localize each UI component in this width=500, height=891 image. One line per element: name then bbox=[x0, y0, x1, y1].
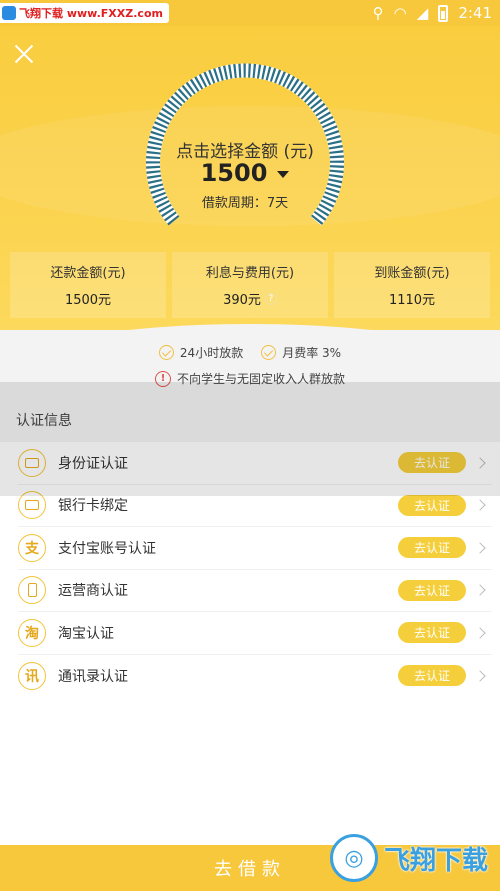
loan-notes: 24小时放款 月费率 3% ! 不向学生与无固定收入人群放款 bbox=[0, 338, 500, 398]
chevron-right-icon bbox=[474, 584, 486, 596]
verify-label: 淘宝认证 bbox=[58, 625, 114, 642]
chevron-right-icon bbox=[474, 457, 486, 469]
verify-item-carrier[interactable]: 运营商认证 去认证 bbox=[18, 570, 492, 612]
summary-received: 到账金额(元) 1110元 bbox=[334, 252, 490, 318]
warning-text: 不向学生与无固定收入人群放款 bbox=[176, 372, 345, 386]
phone-icon bbox=[18, 576, 46, 605]
verify-item-taobao[interactable]: 淘 淘宝认证 去认证 bbox=[18, 612, 492, 655]
contacts-icon: 讯 bbox=[18, 661, 46, 690]
verify-label: 运营商认证 bbox=[58, 583, 128, 600]
note-badges: 24小时放款 月费率 3% bbox=[0, 344, 500, 361]
verify-item-id[interactable]: 身份证认证 去认证 bbox=[18, 442, 492, 485]
taobao-icon: 淘 bbox=[18, 618, 46, 647]
wifi-icon: ◠ bbox=[393, 4, 407, 22]
dial-amount-value: 1500 bbox=[200, 159, 268, 187]
verify-button[interactable]: 去认证 bbox=[398, 452, 466, 474]
chevron-down-icon[interactable] bbox=[277, 171, 290, 178]
summary-repay: 还款金额(元) 1500元 bbox=[10, 252, 166, 318]
chevron-right-icon bbox=[474, 542, 486, 554]
check-icon bbox=[158, 345, 174, 360]
verify-item-alipay[interactable]: 支 支付宝账号认证 去认证 bbox=[18, 527, 492, 570]
verification-section: 认证信息 身份证认证 去认证 银行卡绑定 去认证 支 支付宝账号认证 去认证 运… bbox=[0, 398, 500, 696]
verify-label: 银行卡绑定 bbox=[58, 498, 128, 515]
location-icon: ⚲ bbox=[372, 4, 384, 22]
note-item: 24小时放款 bbox=[158, 344, 244, 361]
watermark-bird-icon: ◎ bbox=[329, 834, 378, 882]
verify-item-contacts[interactable]: 讯 通讯录认证 去认证 bbox=[18, 655, 492, 698]
verify-item-bank[interactable]: 银行卡绑定 去认证 bbox=[18, 485, 492, 527]
verification-list: 身份证认证 去认证 银行卡绑定 去认证 支 支付宝账号认证 去认证 运营商认证 … bbox=[0, 442, 500, 697]
dial-amount[interactable]: 1500 bbox=[141, 159, 349, 187]
bottom-blank bbox=[0, 696, 500, 845]
check-icon bbox=[261, 345, 277, 360]
verify-button[interactable]: 去认证 bbox=[398, 579, 466, 601]
chevron-right-icon bbox=[474, 627, 486, 639]
verify-button[interactable]: 去认证 bbox=[398, 665, 466, 687]
summary-row: 还款金额(元) 1500元 利息与费用(元) 390元 ? 到账金额(元) 11… bbox=[10, 252, 490, 318]
summary-value: 1110元 bbox=[388, 293, 436, 308]
watermark-bottom-text: 飞翔下载 bbox=[383, 845, 488, 876]
note-item: 月费率 3% bbox=[261, 344, 341, 361]
help-icon[interactable]: ? bbox=[264, 292, 277, 305]
status-icons: ⚲ ◠ ◢ 2:41 bbox=[373, 0, 492, 26]
verify-button[interactable]: 去认证 bbox=[398, 622, 466, 644]
summary-value-wrap: 390元 ? bbox=[223, 289, 277, 308]
chevron-right-icon bbox=[474, 670, 486, 682]
summary-fees: 利息与费用(元) 390元 ? bbox=[172, 252, 328, 318]
dial-period: 借款周期：7天 bbox=[201, 196, 289, 211]
watermark-logo-icon bbox=[2, 6, 16, 20]
close-icon[interactable] bbox=[10, 40, 38, 68]
alipay-icon: 支 bbox=[18, 533, 46, 562]
note-text: 月费率 3% bbox=[282, 346, 342, 360]
chevron-right-icon bbox=[474, 499, 486, 511]
note-text: 24小时放款 bbox=[179, 346, 244, 360]
summary-label: 利息与费用(元) bbox=[205, 266, 295, 281]
verification-header: 认证信息 bbox=[0, 398, 500, 442]
status-time: 2:41 bbox=[458, 4, 492, 22]
verify-label: 身份证认证 bbox=[58, 455, 128, 472]
summary-label: 还款金额(元) bbox=[50, 266, 126, 281]
status-bar: 飞翔下载 www.FXXZ.com ⚲ ◠ ◢ 2:41 bbox=[0, 0, 500, 26]
watermark-bottom: ◎ 飞翔下载 bbox=[329, 830, 488, 886]
id-card-icon bbox=[18, 448, 46, 477]
hero-curve bbox=[0, 324, 500, 330]
verify-button[interactable]: 去认证 bbox=[398, 494, 466, 516]
battery-icon bbox=[438, 4, 449, 22]
verify-button[interactable]: 去认证 bbox=[398, 537, 466, 559]
verify-label: 通讯录认证 bbox=[58, 668, 128, 685]
watermark-top: 飞翔下载 www.FXXZ.com bbox=[0, 3, 169, 23]
dial-text: 点击选择金额 (元) 1500 借款周期：7天 bbox=[141, 53, 349, 233]
warning-icon: ! bbox=[154, 370, 171, 387]
summary-value: 390元 bbox=[223, 293, 261, 308]
note-warning: ! 不向学生与无固定收入人群放款 bbox=[0, 370, 500, 387]
signal-icon: ◢ bbox=[416, 4, 429, 22]
watermark-text: 飞翔下载 www.FXXZ.com bbox=[19, 7, 163, 20]
bank-card-icon bbox=[18, 491, 46, 520]
hero-panel: 点击选择金额 (元) 1500 借款周期：7天 还款金额(元) 1500元 利息… bbox=[0, 26, 500, 330]
verify-label: 支付宝账号认证 bbox=[58, 540, 156, 557]
summary-label: 到账金额(元) bbox=[374, 266, 450, 281]
summary-value: 1500元 bbox=[64, 293, 112, 308]
